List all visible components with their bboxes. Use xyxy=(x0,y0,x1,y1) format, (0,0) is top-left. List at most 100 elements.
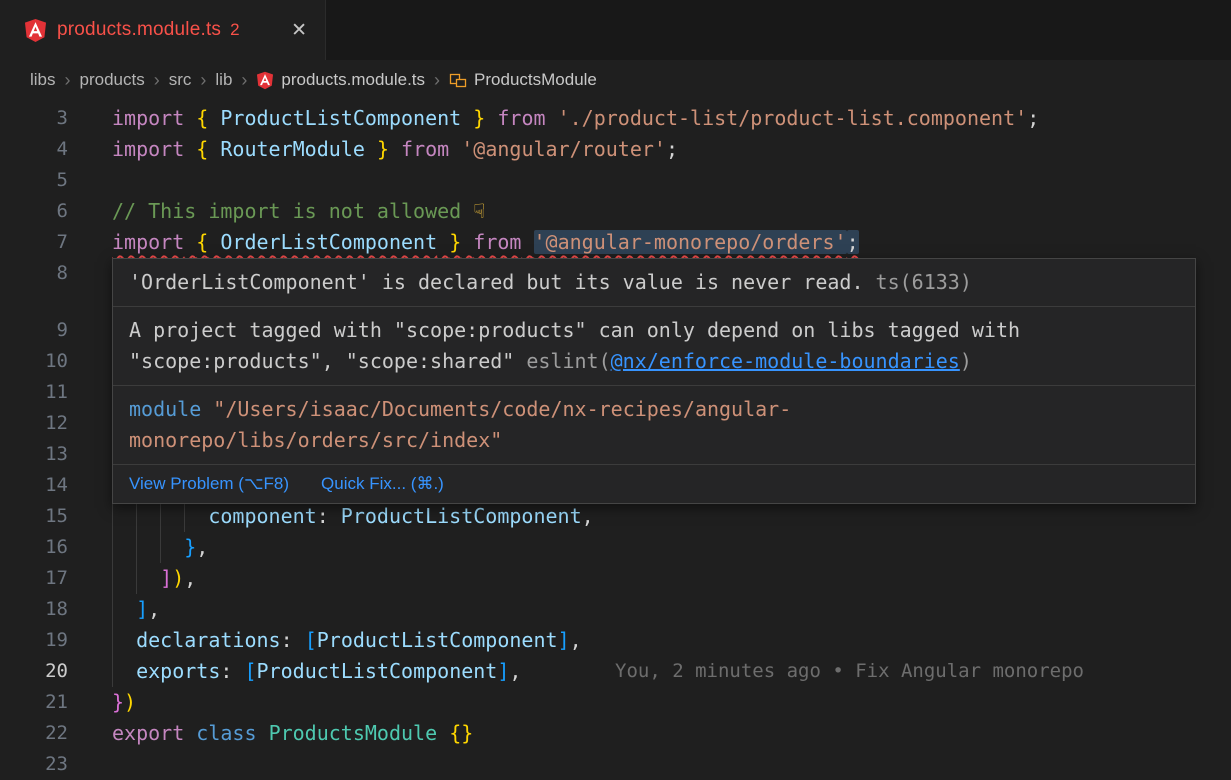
code-token: { xyxy=(196,106,208,130)
code-line-3[interactable]: 3 import { ProductListComponent } from '.… xyxy=(0,103,1231,134)
code-token: ] xyxy=(497,659,509,683)
code-token xyxy=(437,721,449,745)
tab-products-module[interactable]: products.module.ts 2 ✕ xyxy=(0,0,326,60)
line-number[interactable]: 15 xyxy=(0,501,68,532)
line-number[interactable]: 22 xyxy=(0,718,68,749)
hover-text-line: A project tagged with "scope:products" c… xyxy=(129,315,1179,346)
line-number[interactable]: 13 xyxy=(0,439,68,470)
code-line-16[interactable]: 16 }, xyxy=(0,532,1231,563)
hover-text-line: 'OrderListComponent' is declared but its… xyxy=(129,267,1179,298)
code-token: from xyxy=(401,137,449,161)
code-token: , xyxy=(148,597,160,621)
code-token: from xyxy=(473,230,521,254)
code-editor[interactable]: 'OrderListComponent' is declared but its… xyxy=(0,100,1231,780)
breadcrumb-item-lib[interactable]: lib xyxy=(215,70,232,90)
line-number[interactable]: 23 xyxy=(0,749,68,780)
line-number[interactable]: 6 xyxy=(0,196,68,227)
hover-text: ts(6133) xyxy=(864,270,972,294)
chevron-right-icon xyxy=(434,70,440,91)
hover-text: eslint( xyxy=(514,349,610,373)
code-token xyxy=(112,659,136,683)
code-token: ☟ xyxy=(473,199,485,223)
hover-row-eslint-diagnostic: A project tagged with "scope:products" c… xyxy=(113,307,1195,386)
line-number[interactable]: 12 xyxy=(0,408,68,439)
breadcrumb-item-file[interactable]: products.module.ts xyxy=(256,70,425,90)
line-number[interactable]: 7 xyxy=(0,227,68,258)
code-line-4[interactable]: 4import { RouterModule } from '@angular/… xyxy=(0,134,1231,165)
code-line-6[interactable]: 6// This import is not allowed ☟ xyxy=(0,196,1231,227)
code-line-23[interactable]: 23 xyxy=(0,749,1231,780)
code-token xyxy=(257,721,269,745)
code-token: ProductListComponent xyxy=(317,628,558,652)
line-number[interactable]: 9 xyxy=(0,315,68,346)
hover-text: monorepo/libs/orders/src/index" xyxy=(129,428,502,452)
problem-hover-popup: 'OrderListComponent' is declared but its… xyxy=(112,258,1196,504)
code-token: ] xyxy=(558,628,570,652)
code-token: } xyxy=(377,137,389,161)
line-number[interactable]: 10 xyxy=(0,346,68,377)
line-number[interactable]: 3 xyxy=(0,103,68,134)
code-token xyxy=(184,137,196,161)
code-line-20[interactable]: 20 exports: [ProductListComponent],You, … xyxy=(0,656,1231,687)
line-number[interactable]: 17 xyxy=(0,563,68,594)
code-line-15[interactable]: 15 component: ProductListComponent, xyxy=(0,501,1231,532)
hover-text: A project tagged with "scope:products" c… xyxy=(129,318,1020,342)
line-number[interactable]: 14 xyxy=(0,470,68,501)
line-number[interactable]: 5 xyxy=(0,165,68,196)
line-number[interactable]: 16 xyxy=(0,532,68,563)
line-number[interactable]: 21 xyxy=(0,687,68,718)
code-line-21[interactable]: 21}) xyxy=(0,687,1231,718)
code-line-17[interactable]: 17 ]), xyxy=(0,563,1231,594)
breadcrumb-item-products[interactable]: products xyxy=(80,70,145,90)
code-token: ; xyxy=(1027,106,1039,130)
code-token: ProductListComponent xyxy=(220,106,461,130)
hover-text: 'OrderListComponent' is declared but its… xyxy=(129,270,864,294)
code-token: OrderListComponent xyxy=(220,230,437,254)
code-text: ]), xyxy=(112,563,196,594)
code-token: } xyxy=(184,535,196,559)
line-number[interactable]: 18 xyxy=(0,594,68,625)
quick-fix-action[interactable]: Quick Fix... (⌘.) xyxy=(321,472,444,496)
code-token: : xyxy=(220,659,232,683)
code-token xyxy=(365,137,377,161)
code-line-19[interactable]: 19 declarations: [ProductListComponent], xyxy=(0,625,1231,656)
chevron-right-icon xyxy=(154,70,160,91)
code-token: component xyxy=(208,504,316,528)
line-number[interactable]: 11 xyxy=(0,377,68,408)
tab-bar: products.module.ts 2 ✕ xyxy=(0,0,1231,60)
code-token: import xyxy=(112,230,184,254)
breadcrumb-item-symbol[interactable]: ProductsModule xyxy=(449,70,597,90)
hover-text-line: module "/Users/isaac/Documents/code/nx-r… xyxy=(129,394,1179,425)
code-line-18[interactable]: 18 ], xyxy=(0,594,1231,625)
breadcrumb-item-src[interactable]: src xyxy=(169,70,192,90)
class-symbol-icon xyxy=(449,71,467,89)
code-text: exports: [ProductListComponent], xyxy=(112,656,521,687)
hover-row-ts-diagnostic: 'OrderListComponent' is declared but its… xyxy=(113,259,1195,307)
angular-icon xyxy=(256,71,274,90)
view-problem-action[interactable]: View Problem (⌥F8) xyxy=(129,472,289,496)
line-number[interactable]: 20 xyxy=(0,656,68,687)
code-token xyxy=(437,230,449,254)
close-icon[interactable]: ✕ xyxy=(291,19,307,42)
code-text: ], xyxy=(112,594,160,625)
line-number[interactable]: 8 xyxy=(0,258,68,289)
code-text: import { ProductListComponent } from './… xyxy=(112,103,1039,134)
code-token xyxy=(184,106,196,130)
code-token: import xyxy=(112,106,184,130)
line-number[interactable]: 19 xyxy=(0,625,68,656)
breadcrumb-item-libs[interactable]: libs xyxy=(30,70,56,90)
hover-row-module-info: module "/Users/isaac/Documents/code/nx-r… xyxy=(113,386,1195,465)
code-text: export class ProductsModule {} xyxy=(112,718,473,749)
code-token: } xyxy=(112,690,124,714)
line-number[interactable]: 4 xyxy=(0,134,68,165)
code-token: exports xyxy=(136,659,220,683)
code-token: { xyxy=(196,137,208,161)
code-token xyxy=(521,230,533,254)
eslint-rule-link[interactable]: @nx/enforce-module-boundaries xyxy=(611,349,960,373)
tab-filename: products.module.ts xyxy=(57,19,221,41)
code-token: : xyxy=(317,504,329,528)
code-line-5[interactable]: 5 xyxy=(0,165,1231,196)
code-token xyxy=(461,106,473,130)
code-line-22[interactable]: 22 export class ProductsModule {} xyxy=(0,718,1231,749)
code-line-7[interactable]: 7import { OrderListComponent } from '@an… xyxy=(0,227,1231,258)
